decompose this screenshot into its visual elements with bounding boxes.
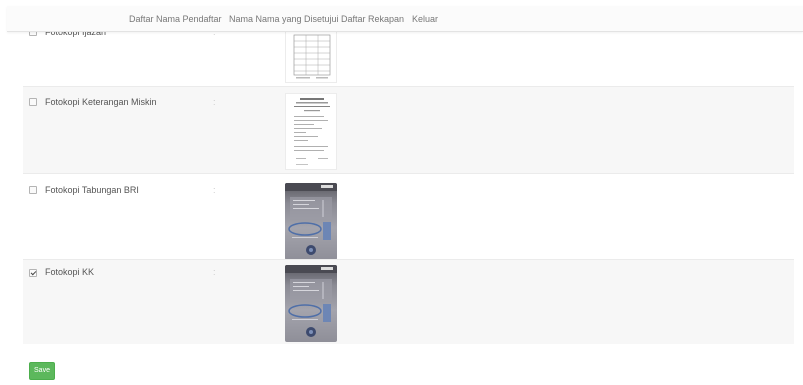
document-label: Fotokopi Tabungan BRI (45, 185, 139, 195)
nav-item-daftar-nama-pendaftar[interactable]: Daftar Nama Pendaftar (129, 14, 222, 24)
document-separator: : (213, 97, 216, 107)
document-checklist: Fotokopi Ijazah : Fotokopi Keterangan Mi… (23, 0, 794, 345)
document-scan-icon (294, 98, 330, 165)
document-row: Fotokopi KK : (23, 259, 794, 344)
document-row: Fotokopi Keterangan Miskin : (23, 86, 794, 174)
document-thumbnail[interactable] (285, 93, 337, 170)
document-row: Fotokopi Tabungan BRI : (23, 173, 794, 260)
document-label: Fotokopi KK (45, 267, 95, 277)
bank-book-photo-icon (285, 183, 337, 255)
nav-item-daftar-rekapan[interactable]: Daftar Rekapan (341, 14, 404, 24)
document-separator: : (213, 185, 216, 195)
document-thumbnail[interactable] (285, 183, 337, 260)
save-button[interactable]: Save (29, 362, 55, 380)
nav-item-nama-nama-yang-disetujui[interactable]: Nama Nama yang Disetujui (229, 14, 339, 24)
document-checkbox[interactable] (29, 98, 37, 106)
document-checkbox[interactable] (29, 186, 37, 194)
nav-item-keluar[interactable]: Keluar (412, 14, 438, 24)
document-thumbnail[interactable] (285, 265, 337, 342)
document-checkbox[interactable] (29, 269, 37, 277)
document-separator: : (213, 267, 216, 277)
top-navbar: Daftar Nama Pendaftar Nama Nama yang Dis… (7, 6, 803, 32)
bank-book-photo-icon (285, 265, 337, 337)
document-label: Fotokopi Keterangan Miskin (45, 97, 157, 107)
